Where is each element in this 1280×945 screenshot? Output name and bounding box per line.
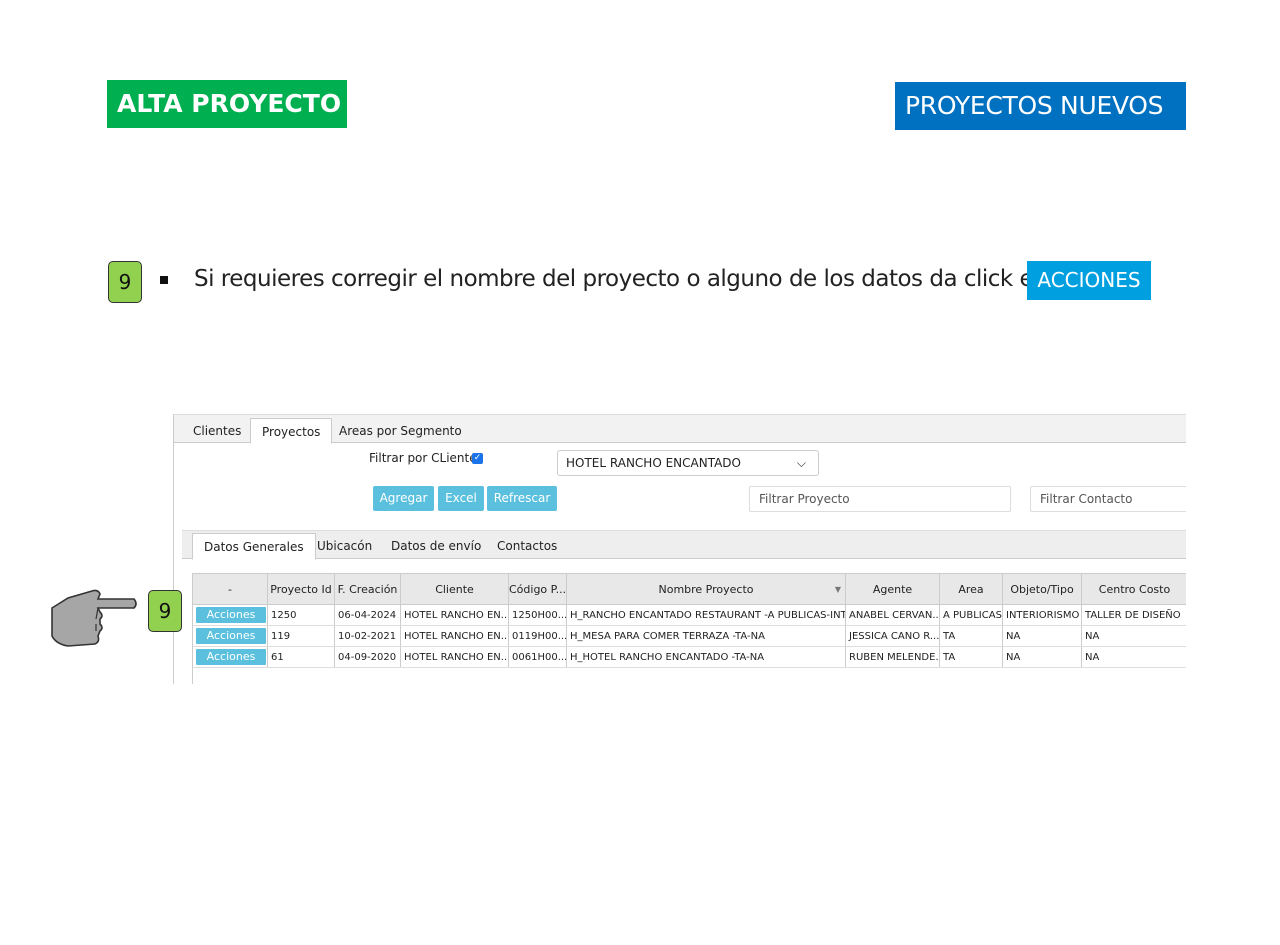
col-fecha-creacion[interactable]: F. Creación <box>335 574 401 604</box>
cell-cliente: HOTEL RANCHO EN... <box>401 626 509 646</box>
client-select-value: HOTEL RANCHO ENCANTADO <box>566 456 741 470</box>
cell-centro: TALLER DE DISEÑO <box>1082 605 1186 625</box>
acciones-chip: ACCIONES <box>1027 261 1151 300</box>
col-agente[interactable]: Agente <box>846 574 940 604</box>
proyectos-nuevos-title: PROYECTOS NUEVOS <box>895 82 1186 130</box>
table-row[interactable]: Acciones 61 04-09-2020 HOTEL RANCHO EN..… <box>193 647 1186 668</box>
cell-objeto: INTERIORISMO <box>1003 605 1082 625</box>
grid-header: - Proyecto Id F. Creación Cliente Código… <box>193 574 1186 605</box>
inner-tabs: Datos Generales Ubicacón Datos de envío … <box>182 530 1186 560</box>
pointing-hand-icon <box>51 589 137 647</box>
cell-agente: ANABEL CERVAN... <box>846 605 940 625</box>
cell-proyecto-id: 1250 <box>268 605 335 625</box>
tab-clientes[interactable]: Clientes <box>182 418 252 444</box>
excel-button[interactable]: Excel <box>438 486 484 511</box>
col-cliente[interactable]: Cliente <box>401 574 509 604</box>
main-tabs: Clientes Proyectos Areas por Segmento <box>174 415 1186 444</box>
table-row[interactable]: Acciones 1250 06-04-2024 HOTEL RANCHO EN… <box>193 605 1186 626</box>
col-actions: - <box>193 574 268 604</box>
tab-contactos[interactable]: Contactos <box>486 533 568 560</box>
col-proyecto-id[interactable]: Proyecto Id <box>268 574 335 604</box>
cell-nombre: H_HOTEL RANCHO ENCANTADO -TA-NA <box>567 647 846 667</box>
cell-agente: RUBEN MELENDE... <box>846 647 940 667</box>
acciones-button[interactable]: Acciones <box>196 607 266 623</box>
agregar-button[interactable]: Agregar <box>373 486 434 511</box>
cell-proyecto-id: 61 <box>268 647 335 667</box>
actions-cell: Acciones <box>193 647 268 667</box>
alta-proyecto-title: ALTA PROYECTO <box>107 80 347 128</box>
cell-area: A PUBLICAS <box>940 605 1003 625</box>
pointer-step-badge: 9 <box>148 590 182 632</box>
chevron-down-icon: ⌵ <box>796 456 806 470</box>
cell-centro: NA <box>1082 647 1186 667</box>
cell-nombre: H_RANCHO ENCANTADO RESTAURANT -A PUBLICA… <box>567 605 846 625</box>
col-area[interactable]: Area <box>940 574 1003 604</box>
cell-cliente: HOTEL RANCHO EN... <box>401 605 509 625</box>
col-nombre-label: Nombre Proyecto <box>658 583 754 596</box>
col-codigo[interactable]: Código P... <box>509 574 567 604</box>
filter-contact-input[interactable]: Filtrar Contacto <box>1030 486 1186 512</box>
tab-datos-generales[interactable]: Datos Generales <box>192 533 316 560</box>
acciones-button[interactable]: Acciones <box>196 649 266 665</box>
sort-down-icon[interactable]: ▼ <box>835 574 841 604</box>
cell-proyecto-id: 119 <box>268 626 335 646</box>
tab-proyectos[interactable]: Proyectos <box>250 418 333 444</box>
tab-datos-de-envio[interactable]: Datos de envío <box>380 533 492 560</box>
instruction-text: Si requieres corregir el nombre del proy… <box>194 266 1048 292</box>
cell-codigo: 0119H00... <box>509 626 567 646</box>
col-centro-costo[interactable]: Centro Costo <box>1082 574 1186 604</box>
cell-area: TA <box>940 647 1003 667</box>
app-screenshot: Clientes Proyectos Areas por Segmento Fi… <box>173 414 1186 684</box>
cell-codigo: 0061H00... <box>509 647 567 667</box>
cell-fecha: 04-09-2020 <box>335 647 401 667</box>
cell-nombre: H_MESA PARA COMER TERRAZA -TA-NA <box>567 626 846 646</box>
col-nombre-proyecto[interactable]: Nombre Proyecto ▼ <box>567 574 846 604</box>
filter-client-checkbox[interactable]: ✓ <box>472 453 483 464</box>
tab-areas-por-segmento[interactable]: Areas por Segmento <box>328 418 473 444</box>
col-objeto-tipo[interactable]: Objeto/Tipo <box>1003 574 1082 604</box>
filter-project-input[interactable]: Filtrar Proyecto <box>749 486 1011 512</box>
actions-cell: Acciones <box>193 626 268 646</box>
actions-cell: Acciones <box>193 605 268 625</box>
cell-cliente: HOTEL RANCHO EN... <box>401 647 509 667</box>
step-badge: 9 <box>108 261 142 303</box>
cell-fecha: 06-04-2024 <box>335 605 401 625</box>
cell-area: TA <box>940 626 1003 646</box>
cell-agente: JESSICA CANO R... <box>846 626 940 646</box>
tab-ubicacion[interactable]: Ubicacón <box>306 533 383 560</box>
cell-fecha: 10-02-2021 <box>335 626 401 646</box>
filter-client-label: Filtrar por CLiente <box>369 451 477 465</box>
cell-codigo: 1250H00... <box>509 605 567 625</box>
client-select[interactable]: HOTEL RANCHO ENCANTADO ⌵ <box>557 450 819 476</box>
cell-objeto: NA <box>1003 647 1082 667</box>
refrescar-button[interactable]: Refrescar <box>487 486 557 511</box>
cell-objeto: NA <box>1003 626 1082 646</box>
cell-centro: NA <box>1082 626 1186 646</box>
table-row[interactable]: Acciones 119 10-02-2021 HOTEL RANCHO EN.… <box>193 626 1186 647</box>
bullet-icon <box>160 276 168 284</box>
acciones-button[interactable]: Acciones <box>196 628 266 644</box>
projects-grid: - Proyecto Id F. Creación Cliente Código… <box>192 573 1186 684</box>
